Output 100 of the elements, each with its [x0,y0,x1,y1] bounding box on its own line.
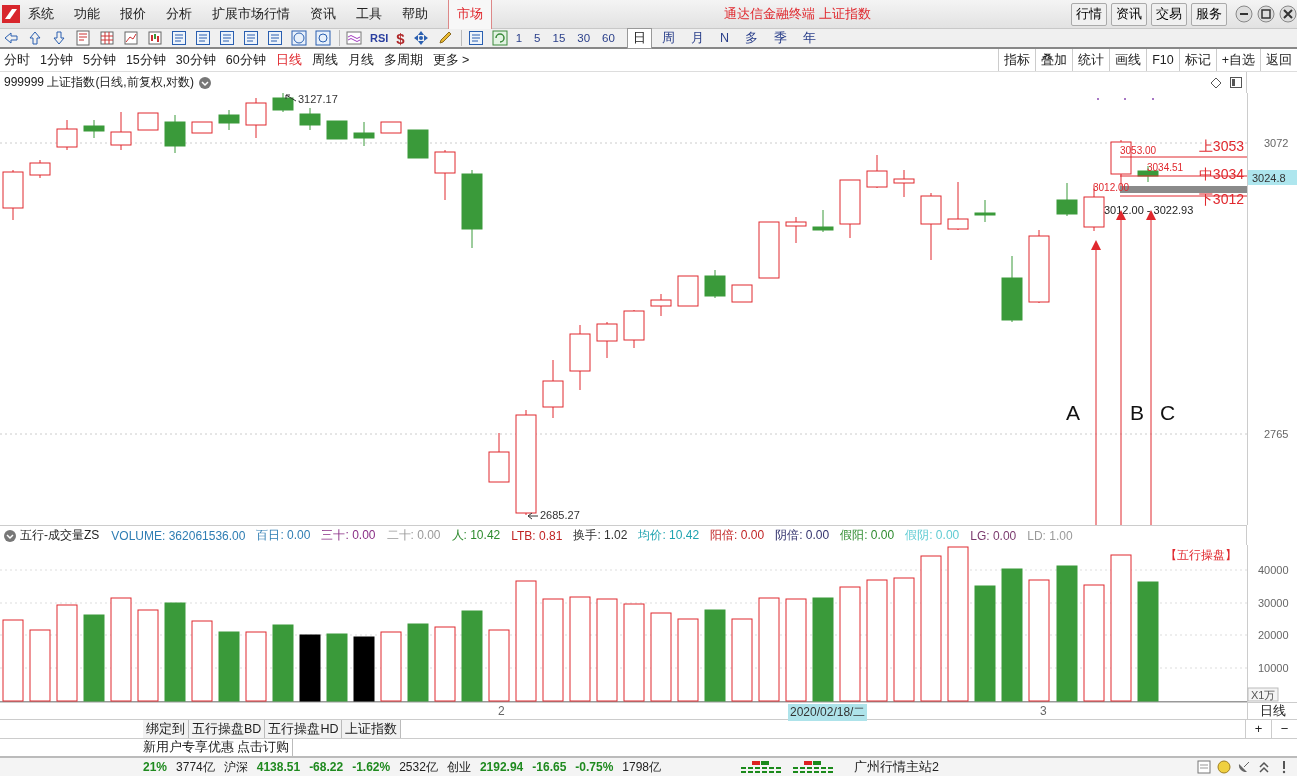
zoom-button[interactable]: + [1245,720,1271,738]
period-tab[interactable]: 日线 [275,51,302,69]
satellite-dish-icon[interactable] [1237,760,1251,774]
refresh-icon[interactable] [491,30,508,46]
candlestick [110,111,132,151]
period-tab[interactable]: 更多 > [432,51,470,69]
double-up-icon[interactable] [1257,760,1271,774]
candlestick [542,359,564,419]
period-button[interactable]: 周 [655,27,681,49]
back-icon[interactable] [3,30,19,46]
period-tab[interactable]: 月线 [347,51,374,69]
axis-label: 10000 [1258,662,1289,674]
list-icon[interactable] [171,30,187,46]
indicator-tab[interactable]: 绑定到 [143,720,189,738]
marker-letter: A [1066,401,1080,424]
wave-icon[interactable] [346,30,362,46]
period-button[interactable]: 年 [796,27,822,49]
menu-item[interactable]: 工具 [356,5,382,23]
panel-toggle-icon[interactable] [1230,77,1242,88]
panel-icon[interactable] [467,30,484,46]
period-tab[interactable]: 60分钟 [225,51,266,69]
marker-dot [1097,98,1099,100]
candlestick [839,179,861,239]
period-label: 日线 [1247,703,1297,719]
candlestick [623,309,645,349]
zoom-button[interactable]: − [1271,720,1297,738]
interval-button[interactable]: 15 [552,32,566,44]
menu-item[interactable]: 系统 [28,5,54,23]
close-icon[interactable] [1279,5,1297,23]
tool-button[interactable]: +自选 [1215,49,1260,71]
candlestick [56,119,78,151]
interval-button[interactable]: 1 [515,32,523,44]
menu-item[interactable]: 功能 [74,5,100,23]
candlestick [758,221,780,279]
period-tab[interactable]: 30分钟 [175,51,216,69]
period-button[interactable]: 月 [684,27,710,49]
period-button[interactable]: 多 [738,27,764,49]
menu-item[interactable]: 资讯 [310,5,336,23]
panel-icon[interactable] [243,30,259,46]
period-tab[interactable]: 15分钟 [125,51,166,69]
period-tab[interactable]: 周线 [311,51,338,69]
candlestick [488,432,510,483]
volume-bar [245,631,267,702]
period-button[interactable]: 日 [626,27,652,49]
dropdown-icon[interactable] [199,76,212,89]
volume-bar [353,636,375,702]
market-stat: 4138.51 [256,760,301,774]
tool-button[interactable]: 叠加 [1035,49,1073,71]
axis-label: 2765 [1264,428,1289,440]
candlestick-icon[interactable] [147,30,163,46]
nav-button[interactable]: 服务 [1191,2,1227,26]
market-tab[interactable]: 市场 [448,0,492,29]
interval-button[interactable]: 30 [577,32,591,44]
period-button[interactable]: N [713,27,735,49]
marker-dot [1124,98,1126,100]
nav-button[interactable]: 资讯 [1111,2,1147,26]
line-chart-icon[interactable] [123,30,139,46]
dollar-button[interactable]: $ [396,29,405,47]
indicator-tab[interactable]: 上证指数 [342,720,402,738]
maximize-icon[interactable] [1257,5,1275,23]
down-icon[interactable] [51,30,67,46]
nav-button[interactable]: 行情 [1071,2,1107,26]
coin-icon[interactable] [1217,760,1231,774]
candlestick [29,159,51,179]
rsi-button[interactable]: RSI [370,32,389,44]
menu-item[interactable]: 报价 [120,5,146,23]
tool-button[interactable]: 指标 [998,49,1036,71]
tool-button[interactable]: 返回 [1260,49,1297,71]
period-tab[interactable]: 多周期 [383,51,423,69]
tool-button[interactable]: 画线 [1109,49,1147,71]
dropdown-icon[interactable] [4,529,16,542]
period-button[interactable]: 季 [767,27,793,49]
period-tab[interactable]: 分时 [4,51,30,69]
circle-icon[interactable] [315,30,331,46]
menu-item[interactable]: 分析 [166,5,192,23]
candlestick [299,107,321,131]
grid-icon[interactable] [99,30,115,46]
interval-button[interactable]: 5 [534,32,541,44]
market-stat: 2532亿 [399,758,438,776]
menu-item[interactable]: 帮助 [402,5,428,23]
minimize-icon[interactable] [1235,5,1253,23]
level-label: 下3012 [1198,191,1244,207]
diamond-icon[interactable] [1210,76,1222,89]
up-icon[interactable] [27,30,43,46]
menu-item[interactable]: 扩展市场行情 [212,5,290,23]
period-tab[interactable]: 5分钟 [82,51,116,69]
tool-button[interactable]: 统计 [1072,49,1110,71]
nav-button[interactable]: 交易 [1151,2,1187,26]
tool-button[interactable]: 标记 [1178,49,1216,71]
panel-icon[interactable] [195,30,211,46]
period-tab[interactable]: 1分钟 [40,51,73,69]
interval-button[interactable]: 60 [602,32,615,44]
panel-icon[interactable] [267,30,283,46]
indicator-tab[interactable]: 五行操盘BD [189,720,266,738]
move-icon[interactable] [412,30,429,46]
indicator-value: LD: 1.00 [1027,528,1073,543]
indicator-value: 二十: 0.00 [386,527,441,544]
indicator-tab[interactable]: 五行操盘HD [265,720,343,738]
tool-button[interactable]: F10 [1146,49,1179,71]
current-price-label: 3024.8 [1248,170,1297,185]
